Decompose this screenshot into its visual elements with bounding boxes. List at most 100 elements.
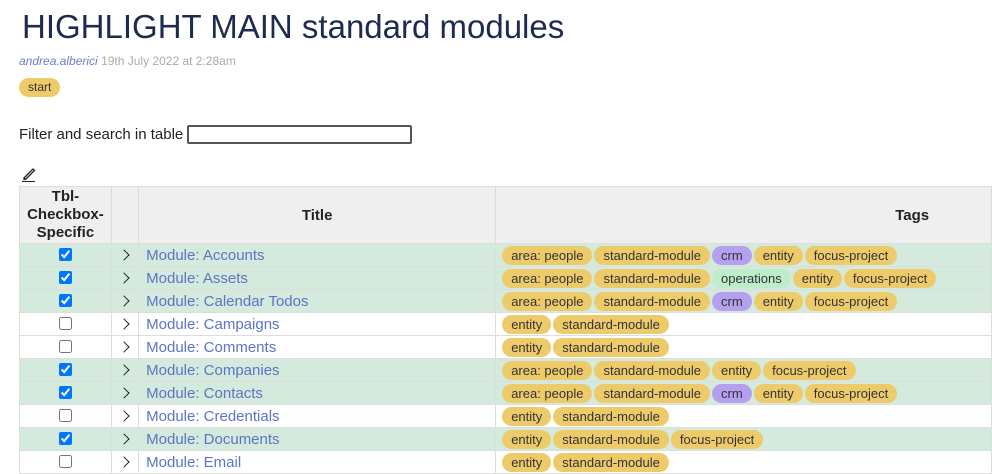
- tag-pill[interactable]: entity: [792, 268, 842, 288]
- module-title-link[interactable]: Module: Companies: [146, 362, 279, 379]
- module-title-link[interactable]: Module: Accounts: [146, 247, 264, 264]
- column-header-title[interactable]: Title: [138, 186, 497, 244]
- tags-cell: area: people standard-module crm entity focu…: [495, 381, 992, 405]
- tag-pill[interactable]: focus-project: [804, 245, 898, 265]
- row-checkbox[interactable]: [58, 455, 72, 469]
- filter-search-input[interactable]: [187, 125, 413, 144]
- expand-cell[interactable]: [110, 266, 140, 290]
- tag-pill[interactable]: focus-project: [670, 429, 764, 449]
- author-link[interactable]: andrea.alberici: [19, 54, 98, 68]
- chevron-right-icon[interactable]: [117, 249, 130, 261]
- tag-pill[interactable]: area: people: [502, 291, 593, 311]
- table-row: Module: Credentials entity standard-module: [19, 404, 992, 428]
- module-title-link[interactable]: Module: Contacts: [146, 385, 263, 402]
- table-row: Module: Comments entity standard-module: [19, 335, 992, 359]
- row-checkbox[interactable]: [58, 317, 72, 331]
- tag-pill[interactable]: entity: [502, 406, 552, 426]
- tag-pill[interactable]: operations: [712, 268, 791, 288]
- tags-cell: entity standard-module: [495, 404, 992, 428]
- chevron-right-icon[interactable]: [117, 387, 130, 399]
- expand-cell[interactable]: [110, 243, 140, 267]
- tag-pill[interactable]: standard-module: [594, 383, 711, 403]
- column-header-tags[interactable]: Tags: [495, 186, 992, 244]
- checkbox-cell: [19, 381, 112, 405]
- modules-table: Tbl-Checkbox-Specific Title Tags Module:…: [19, 186, 992, 474]
- module-title-link[interactable]: Module: Calendar Todos: [146, 293, 308, 310]
- module-title-link[interactable]: Module: Comments: [146, 339, 276, 356]
- tag-pill[interactable]: standard-module: [594, 360, 711, 380]
- row-checkbox[interactable]: [58, 294, 72, 308]
- chevron-right-icon[interactable]: [117, 318, 130, 330]
- row-checkbox[interactable]: [58, 409, 72, 423]
- title-cell: Module: Credentials: [138, 404, 497, 428]
- module-title-link[interactable]: Module: Assets: [146, 270, 248, 287]
- table-row: Module: Documents entity standard-module fo…: [19, 427, 992, 451]
- tag-pill[interactable]: crm: [712, 383, 752, 403]
- table-row: Module: Companies area: people standard-mo…: [19, 358, 992, 382]
- row-checkbox[interactable]: [58, 248, 72, 262]
- row-checkbox[interactable]: [58, 271, 72, 285]
- tag-pill[interactable]: focus-project: [804, 383, 898, 403]
- expand-cell[interactable]: [110, 381, 140, 405]
- tag-pill[interactable]: standard-module: [553, 314, 669, 334]
- tag-pill[interactable]: area: people: [502, 268, 593, 288]
- tag-pill[interactable]: standard-module: [553, 337, 669, 357]
- table-header-row: Tbl-Checkbox-Specific Title Tags: [19, 186, 992, 244]
- row-checkbox[interactable]: [58, 340, 72, 354]
- chevron-right-icon[interactable]: [117, 433, 130, 445]
- tag-pill[interactable]: focus-project: [763, 360, 856, 380]
- checkbox-cell: [19, 312, 112, 336]
- tag-pill[interactable]: area: people: [502, 383, 593, 403]
- module-title-link[interactable]: Module: Campaigns: [146, 316, 279, 333]
- checkbox-cell: [19, 335, 112, 359]
- tag-pill[interactable]: entity: [753, 383, 803, 403]
- tag-pill[interactable]: entity: [502, 429, 552, 449]
- tag-pill[interactable]: crm: [712, 245, 752, 265]
- filter-label: Filter and search in table: [19, 126, 184, 143]
- tag-pill[interactable]: standard-module: [553, 406, 669, 426]
- tag-pill[interactable]: focus-project: [843, 268, 937, 288]
- tag-pill[interactable]: entity: [753, 291, 803, 311]
- tag-pill[interactable]: standard-module: [594, 291, 711, 311]
- checkbox-cell: [19, 266, 112, 290]
- table-row: Module: Assets area: people standard-modul…: [19, 266, 992, 290]
- expand-cell[interactable]: [110, 427, 140, 451]
- expand-cell[interactable]: [110, 358, 140, 382]
- expand-cell[interactable]: [110, 312, 140, 336]
- tag-pill[interactable]: entity: [753, 245, 803, 265]
- chevron-right-icon[interactable]: [117, 272, 130, 284]
- expand-cell[interactable]: [110, 289, 140, 313]
- tag-pill[interactable]: standard-module: [553, 429, 669, 449]
- column-header-checkbox[interactable]: Tbl-Checkbox-Specific: [19, 186, 112, 244]
- module-title-link[interactable]: Module: Email: [146, 454, 241, 471]
- tag-pill[interactable]: area: people: [502, 360, 593, 380]
- row-checkbox[interactable]: [58, 386, 72, 400]
- tag-pill[interactable]: entity: [712, 360, 762, 380]
- module-title-link[interactable]: Module: Credentials: [146, 408, 279, 425]
- tag-pill[interactable]: focus-project: [804, 291, 898, 311]
- chevron-right-icon[interactable]: [117, 410, 130, 422]
- checkbox-cell: [19, 289, 112, 313]
- title-cell: Module: Campaigns: [138, 312, 497, 336]
- module-title-link[interactable]: Module: Documents: [146, 431, 279, 448]
- row-checkbox[interactable]: [58, 432, 72, 446]
- start-tag[interactable]: start: [19, 78, 61, 97]
- tag-pill[interactable]: standard-module: [594, 268, 711, 288]
- expand-cell[interactable]: [110, 404, 140, 428]
- tag-pill[interactable]: crm: [712, 291, 752, 311]
- pencil-edit-icon[interactable]: [21, 166, 37, 182]
- expand-cell[interactable]: [110, 335, 140, 359]
- table-row: Module: Email entity standard-module: [19, 450, 992, 474]
- table-row: Module: Campaigns entity standard-module: [19, 312, 992, 336]
- tag-pill[interactable]: standard-module: [594, 245, 711, 265]
- tag-pill[interactable]: entity: [502, 337, 552, 357]
- expand-cell[interactable]: [110, 450, 140, 474]
- tag-pill[interactable]: entity: [502, 314, 552, 334]
- chevron-right-icon[interactable]: [117, 341, 130, 353]
- checkbox-cell: [19, 358, 112, 382]
- chevron-right-icon[interactable]: [117, 364, 130, 376]
- chevron-right-icon[interactable]: [117, 295, 130, 307]
- row-checkbox[interactable]: [58, 363, 72, 377]
- tag-pill[interactable]: area: people: [502, 245, 593, 265]
- chevron-right-icon[interactable]: [117, 456, 130, 468]
